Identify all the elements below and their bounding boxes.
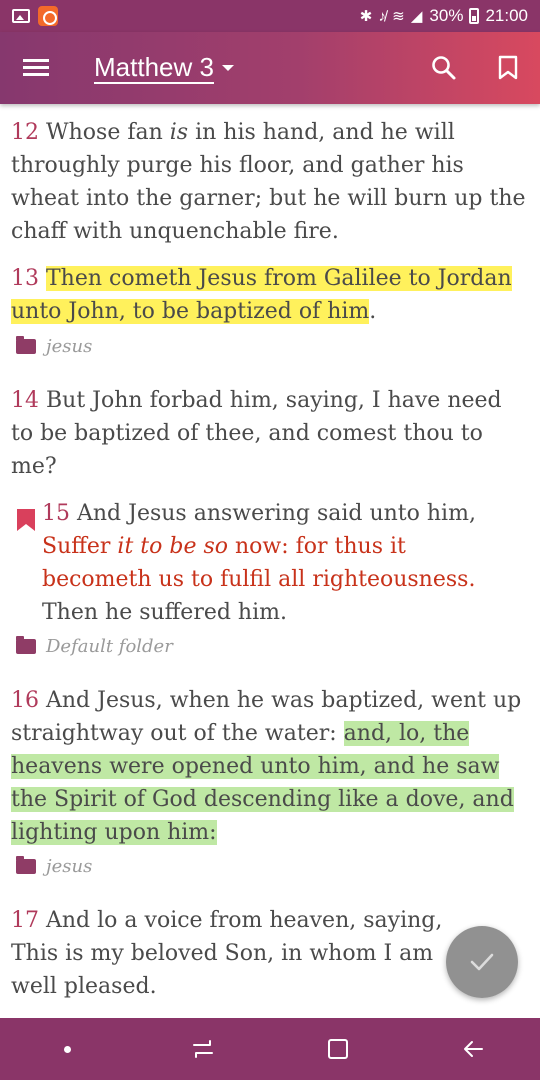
verse-text: Whose fan xyxy=(46,120,170,145)
battery-icon xyxy=(469,8,480,24)
verse-text-highlight-yellow: Then cometh Jesus from Galilee to Jordan… xyxy=(11,266,512,324)
verse-text: Then he suffered him. xyxy=(42,600,287,625)
verse-text: And Jesus answering said unto him, xyxy=(77,501,476,526)
status-bar: ✱ ♪̸ ≋ ◢ 30% 21:00 xyxy=(0,0,540,32)
folder-label: jesus xyxy=(46,856,93,877)
folder-label: Default folder xyxy=(46,636,173,657)
nav-home-button[interactable] xyxy=(306,1018,370,1080)
verse-12[interactable]: 12 Whose fan is in his hand, and he will… xyxy=(11,116,526,248)
menu-button[interactable] xyxy=(0,32,72,104)
verse-number: 16 xyxy=(11,688,39,713)
folder-label: jesus xyxy=(46,336,93,357)
folder-icon xyxy=(16,336,36,354)
verse-number: 14 xyxy=(11,388,39,413)
verse-text-red-letter-italic: it to be so xyxy=(117,534,228,559)
verse-text-red-letter: Suffer xyxy=(42,534,118,559)
status-system: ✱ ♪̸ ≋ ◢ 30% 21:00 xyxy=(360,6,528,26)
system-navigation-bar xyxy=(0,1018,540,1080)
folder-icon xyxy=(16,636,36,654)
verse-number: 13 xyxy=(11,266,39,291)
bookmark-button[interactable] xyxy=(476,32,540,104)
search-button[interactable] xyxy=(412,32,476,104)
clock: 21:00 xyxy=(485,6,528,25)
page-title: Matthew 3 xyxy=(94,52,214,84)
verse-text: . xyxy=(369,299,377,324)
app-bar: Matthew 3 xyxy=(0,32,540,104)
app-notification-icon xyxy=(38,6,58,26)
folder-icon xyxy=(16,856,36,874)
battery-percent: 30% xyxy=(429,6,464,25)
done-fab-button[interactable] xyxy=(446,926,518,998)
menu-icon xyxy=(23,59,49,77)
recents-icon xyxy=(192,1040,213,1058)
nav-recents-button[interactable] xyxy=(171,1018,235,1080)
verse-13-folder-tag[interactable]: jesus xyxy=(16,336,92,357)
verse-bookmark-icon[interactable] xyxy=(16,508,36,532)
back-icon xyxy=(463,1041,483,1057)
system-status-icons: ✱ ♪̸ ≋ ◢ xyxy=(359,8,424,25)
search-icon xyxy=(432,56,456,80)
verse-number: 15 xyxy=(42,501,70,526)
home-icon xyxy=(327,1039,348,1059)
verse-16-folder-tag[interactable]: jesus xyxy=(16,856,92,877)
check-icon xyxy=(470,953,494,971)
nav-dot-button[interactable] xyxy=(36,1018,100,1080)
verse-14[interactable]: 14 But John forbad him, saying, I have n… xyxy=(11,384,526,483)
verse-text: But John forbad him, saying, I have need… xyxy=(11,388,502,479)
bookmark-icon xyxy=(498,55,518,80)
book-chapter-selector[interactable]: Matthew 3 xyxy=(94,52,234,84)
verse-13[interactable]: 13 Then cometh Jesus from Galilee to Jor… xyxy=(11,262,526,328)
verse-15-folder-tag[interactable]: Default folder xyxy=(16,636,173,657)
verse-16[interactable]: 16 And Jesus, when he was baptized, went… xyxy=(11,684,526,849)
gallery-notification-icon xyxy=(12,9,30,23)
chapter-content[interactable]: 12 Whose fan is in his hand, and he will… xyxy=(0,104,540,1018)
app-bar-actions xyxy=(412,32,540,104)
verse-17[interactable]: 17 And lo a voice from heaven, saying, T… xyxy=(11,904,466,1003)
nav-back-button[interactable] xyxy=(441,1018,505,1080)
verse-text-italic: is xyxy=(169,120,189,145)
verse-number: 17 xyxy=(11,908,39,933)
chevron-down-icon xyxy=(221,65,234,71)
verse-number: 12 xyxy=(11,120,39,145)
dot-icon xyxy=(64,1045,71,1053)
status-notifications xyxy=(12,6,58,26)
verse-text: And lo a voice from heaven, saying, This… xyxy=(11,908,443,999)
verse-15[interactable]: 15 And Jesus answering said unto him, Su… xyxy=(42,497,522,629)
